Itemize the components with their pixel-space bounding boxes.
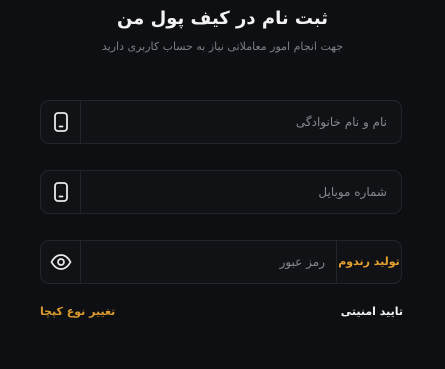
password-field[interactable]: تولید رندوم رمز عبور [40,240,402,284]
change-captcha-type-link[interactable]: تغییر نوع کپچا [40,305,115,318]
page-title: ثبت نام در کیف پول من [116,8,329,29]
security-confirm-label: تایید امنیتی [340,305,403,318]
mobile-field[interactable]: شماره موبایل [40,170,402,214]
generate-random-password-button[interactable]: تولید رندوم [336,241,401,283]
full-name-placeholder: نام و نام خانوادگی [295,115,387,129]
page-subtitle: جهت انجام امور معاملاتی نیاز به حساب کار… [101,40,344,53]
mobile-icon [41,171,81,213]
full-name-field[interactable]: نام و نام خانوادگی [40,100,402,144]
mobile-placeholder: شماره موبایل [318,185,387,199]
eye-icon[interactable] [41,241,81,283]
mobile-icon [41,101,81,143]
signup-page: ثبت نام در کیف پول من جهت انجام امور معا… [0,0,445,369]
password-placeholder: رمز عبور [279,255,325,269]
